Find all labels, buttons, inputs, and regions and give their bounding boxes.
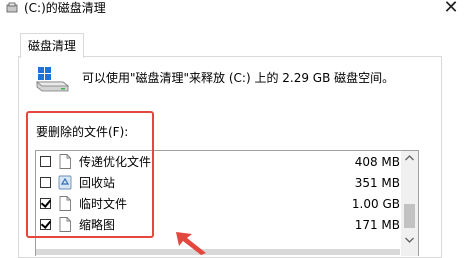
file-size: 351 MB: [354, 176, 400, 190]
horizontal-scrollbar[interactable]: [36, 249, 400, 255]
vertical-scrollbar[interactable]: [401, 151, 418, 256]
space-info-text: 可以使用"磁盘清理"来释放 (C:) 上的 2.29 GB 磁盘空间。: [82, 71, 395, 85]
scroll-up-arrow-icon[interactable]: [405, 155, 414, 161]
disk-cleanup-app-icon: [6, 2, 18, 13]
close-button[interactable]: ✕: [438, 0, 464, 19]
red-arrow-icon: [176, 232, 206, 255]
window-title: (C:)的磁盘清理: [24, 1, 106, 15]
file-size: 171 MB: [354, 218, 400, 232]
tab-disk-cleanup[interactable]: 磁盘清理: [20, 33, 84, 58]
red-highlight-box: [26, 111, 154, 238]
tab-label: 磁盘清理: [27, 39, 76, 53]
scroll-thumb[interactable]: [404, 204, 415, 228]
file-size: 408 MB: [354, 155, 400, 169]
drive-icon: [35, 67, 69, 92]
close-icon: ✕: [443, 0, 459, 18]
title-bar: (C:)的磁盘清理 ✕: [0, 0, 470, 30]
scroll-down-arrow-icon[interactable]: [405, 237, 414, 243]
windows-logo-icon: [38, 67, 51, 80]
file-size: 1.00 GB: [351, 197, 400, 211]
